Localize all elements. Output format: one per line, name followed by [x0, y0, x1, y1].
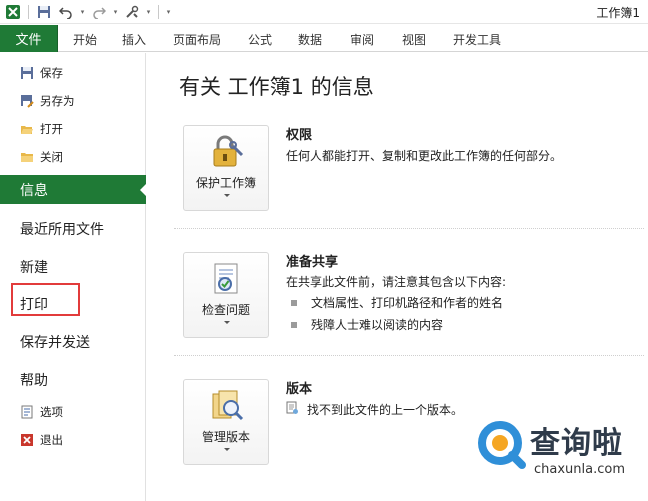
check-issues-label: 检查问题 — [201, 303, 250, 317]
print-highlight-box — [11, 283, 80, 316]
close-command[interactable]: 关闭 — [20, 148, 63, 166]
save-as-label: 另存为 — [40, 94, 75, 108]
tab-developer[interactable]: 开发工具 — [453, 31, 501, 48]
tools-icon[interactable] — [123, 3, 141, 21]
section-divider — [174, 355, 644, 356]
quick-access-toolbar: ▾ ▾ ▾ ▾ — [4, 3, 172, 21]
close-folder-icon — [20, 150, 34, 164]
versions-desc-row: 找不到此文件的上一个版本。 — [286, 401, 463, 418]
manage-versions-icon — [209, 388, 245, 424]
undo-icon[interactable] — [57, 3, 75, 21]
permissions-title: 权限 — [286, 128, 313, 143]
watermark-url: chaxunla.com — [534, 462, 625, 477]
lock-key-icon — [209, 134, 245, 170]
list-item-text: 残障人士难以阅读的内容 — [311, 318, 444, 332]
title-bar: ▾ ▾ ▾ ▾ 工作簿1 — [0, 0, 648, 24]
manage-versions-button[interactable]: 管理版本 — [183, 379, 269, 465]
save-as-icon — [20, 94, 34, 108]
undo-dropdown-icon[interactable]: ▾ — [79, 8, 86, 16]
toolbar-separator — [28, 5, 29, 19]
chevron-down-icon — [224, 194, 230, 197]
chevron-down-icon — [224, 321, 230, 324]
versions-title: 版本 — [286, 382, 313, 397]
protect-workbook-button[interactable]: 保护工作簿 — [183, 125, 269, 211]
tab-file[interactable]: 文件 — [0, 25, 58, 52]
bullet-icon — [291, 321, 297, 328]
tab-review[interactable]: 审阅 — [350, 31, 374, 48]
permissions-desc: 任何人都能打开、复制和更改此工作簿的任何部分。 — [286, 149, 563, 163]
list-item: 残障人士难以阅读的内容 — [291, 316, 443, 333]
nav-item-new[interactable]: 新建 — [20, 257, 48, 277]
open-label: 打开 — [40, 122, 63, 136]
save-icon — [20, 66, 34, 80]
nav-item-save-send[interactable]: 保存并发送 — [20, 332, 90, 352]
page-title: 有关 工作簿1 的信息 — [179, 75, 374, 99]
save-as-command[interactable]: 另存为 — [20, 92, 75, 110]
tab-view[interactable]: 视图 — [402, 31, 426, 48]
section-divider — [174, 228, 644, 229]
protect-workbook-label: 保护工作簿 — [195, 176, 256, 190]
save-label: 保存 — [40, 66, 63, 80]
exit-icon — [20, 433, 34, 447]
manage-versions-label: 管理版本 — [201, 430, 250, 444]
tools-dropdown-icon[interactable]: ▾ — [145, 8, 152, 16]
nav-item-info[interactable]: 信息 — [0, 175, 147, 204]
tab-insert[interactable]: 插入 — [122, 31, 146, 48]
ribbon-tab-bar: 文件 开始 插入 页面布局 公式 数据 审阅 视图 开发工具 — [0, 24, 648, 52]
inspect-document-icon — [209, 261, 245, 297]
chevron-down-icon — [224, 448, 230, 451]
bullet-icon — [291, 299, 297, 306]
window-title: 工作簿1 — [596, 6, 640, 20]
check-issues-button[interactable]: 检查问题 — [183, 252, 269, 338]
backstage-nav: 保存 另存为 打开 关闭 信息 最近所用文件 新建 打印 保存并发送 帮助 选项 — [0, 53, 147, 501]
tab-home[interactable]: 开始 — [73, 31, 97, 48]
nav-item-help[interactable]: 帮助 — [20, 370, 48, 390]
nav-item-recent[interactable]: 最近所用文件 — [20, 219, 104, 239]
save-icon[interactable] — [35, 3, 53, 21]
open-command[interactable]: 打开 — [20, 120, 63, 138]
options-label: 选项 — [40, 405, 63, 419]
tab-formulas[interactable]: 公式 — [248, 31, 272, 48]
prepare-sharing-title: 准备共享 — [286, 255, 339, 270]
watermark: 查询啦 chaxunla.com — [474, 416, 646, 498]
toolbar-separator — [158, 5, 159, 19]
versions-desc: 找不到此文件的上一个版本。 — [307, 403, 464, 417]
version-document-icon — [286, 401, 299, 418]
list-item-text: 文档属性、打印机路径和作者的姓名 — [311, 296, 504, 310]
options-icon — [20, 405, 34, 419]
customize-toolbar-icon[interactable]: ▾ — [165, 8, 172, 16]
exit-command[interactable]: 退出 — [20, 431, 63, 449]
active-pointer — [140, 183, 147, 197]
exit-label: 退出 — [40, 433, 63, 447]
tab-data[interactable]: 数据 — [298, 31, 322, 48]
redo-dropdown-icon[interactable]: ▾ — [112, 8, 119, 16]
options-command[interactable]: 选项 — [20, 403, 63, 421]
magnifier-logo-icon — [476, 420, 526, 470]
list-item: 文档属性、打印机路径和作者的姓名 — [291, 294, 503, 311]
watermark-brand: 查询啦 — [530, 426, 623, 461]
prepare-sharing-desc: 在共享此文件前，请注意其包含以下内容: — [286, 275, 507, 289]
redo-icon[interactable] — [90, 3, 108, 21]
tab-page-layout[interactable]: 页面布局 — [173, 31, 221, 48]
save-command[interactable]: 保存 — [20, 64, 63, 82]
open-folder-icon — [20, 122, 34, 136]
nav-item-info-label: 信息 — [20, 183, 48, 199]
excel-logo-icon[interactable] — [4, 3, 22, 21]
close-label: 关闭 — [40, 150, 63, 164]
